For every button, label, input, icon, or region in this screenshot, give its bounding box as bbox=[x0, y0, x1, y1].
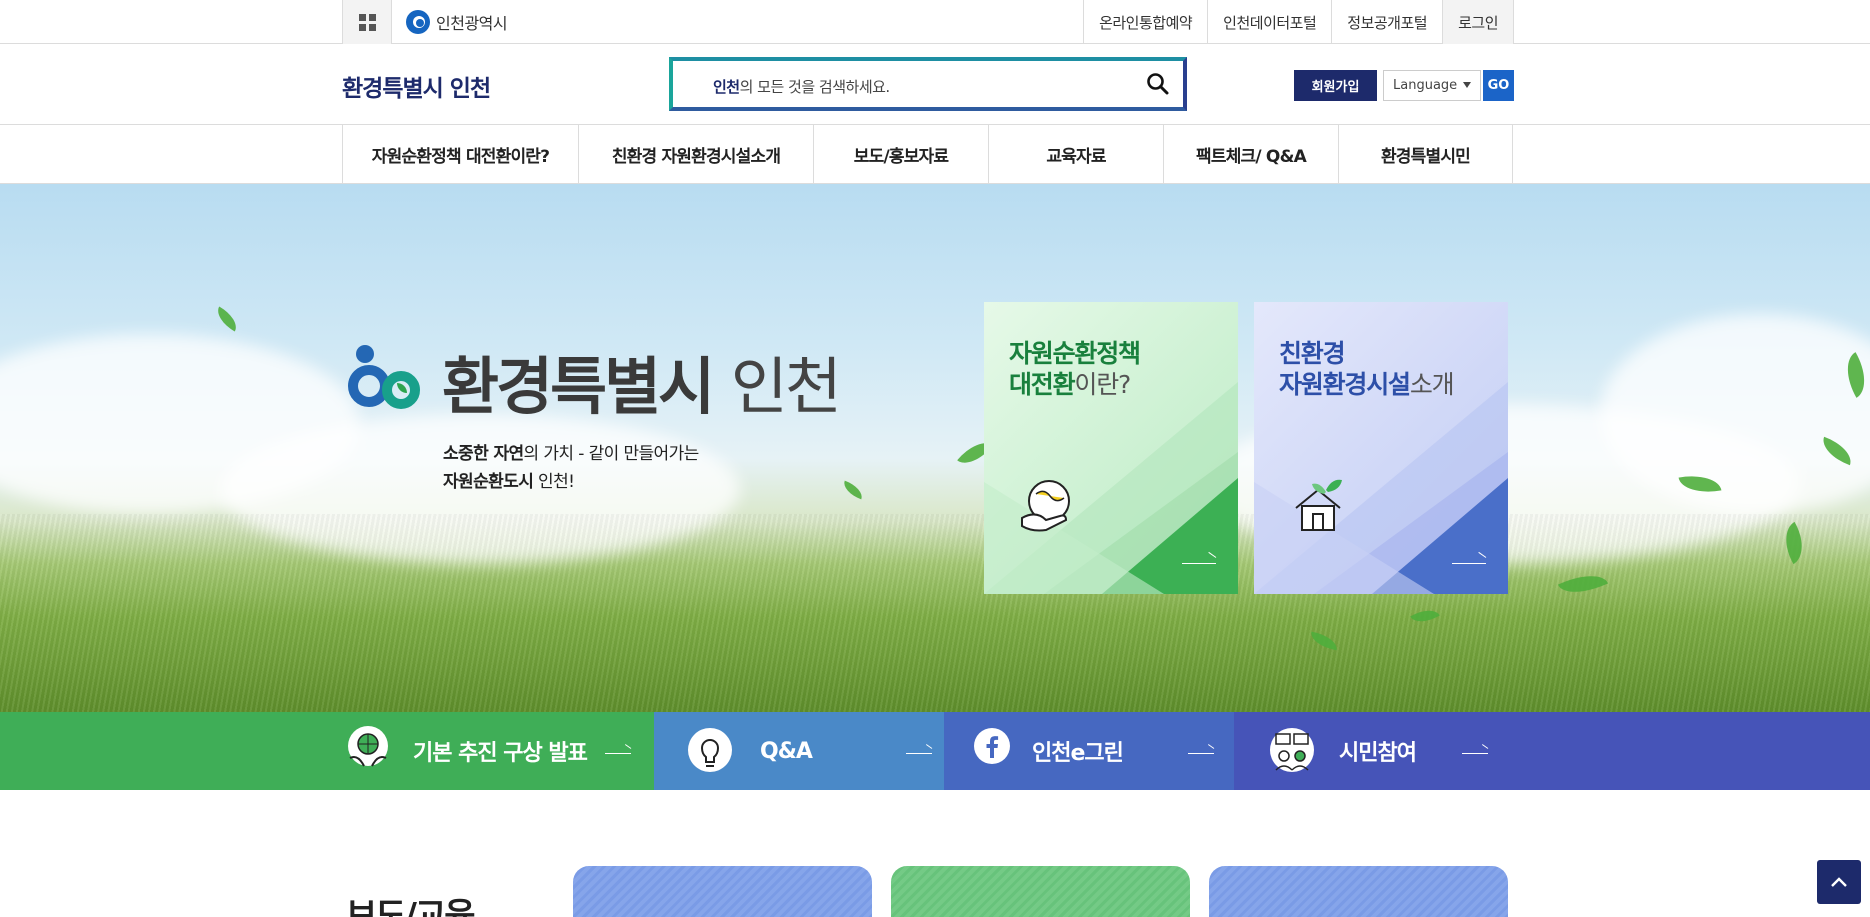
link-online-reservation[interactable]: 온라인통합예약 bbox=[1084, 0, 1209, 44]
slogan-line1-bold: 소중한 자연 bbox=[443, 444, 524, 464]
card2-title-bold-1: 친환경 bbox=[1279, 339, 1346, 368]
quick-item-qna[interactable]: Q&A bbox=[654, 712, 944, 790]
earth-hand-icon bbox=[1016, 474, 1078, 536]
card1-title-bold-2: 대전환 bbox=[1009, 370, 1076, 399]
globe-hands-icon bbox=[344, 722, 396, 778]
quick-item-participation[interactable]: 시민참여 bbox=[1234, 712, 1870, 790]
search-placeholder-highlight: 인천 bbox=[713, 78, 740, 96]
arrow-right-icon bbox=[605, 748, 631, 754]
section-title-press-education: 보도/교육 bbox=[346, 896, 476, 917]
search-icon[interactable] bbox=[1145, 71, 1171, 97]
site-title[interactable]: 환경특별시 인천 bbox=[342, 69, 491, 103]
arrow-right-icon bbox=[1188, 748, 1214, 754]
hero-logo-light: 인천 bbox=[730, 350, 842, 423]
leaf-decoration bbox=[212, 306, 242, 332]
link-data-portal[interactable]: 인천데이터포털 bbox=[1208, 0, 1333, 44]
nav-item-facilities[interactable]: 친환경 자원환경시설소개 bbox=[579, 125, 814, 183]
scroll-to-top-button[interactable] bbox=[1817, 860, 1861, 904]
chevron-up-icon bbox=[1831, 877, 1847, 887]
quick-label-egreen: 인천e그린 bbox=[1032, 741, 1124, 766]
language-go-button[interactable]: GO bbox=[1483, 70, 1514, 101]
nav-item-press[interactable]: 보도/홍보자료 bbox=[814, 125, 989, 183]
quick-label-participation: 시민참여 bbox=[1339, 741, 1417, 766]
incheon-city-logo[interactable]: 인천광역시 bbox=[406, 6, 508, 38]
search-placeholder-text: 의 모든 것을 검색하세요. bbox=[739, 78, 891, 96]
environment-city-emblem-icon bbox=[346, 345, 428, 417]
hero-card-facilities[interactable]: 친환경 자원환경시설소개 bbox=[1254, 302, 1508, 594]
grid-icon bbox=[358, 13, 376, 31]
grass-texture bbox=[0, 514, 1870, 712]
signup-button[interactable]: 회원가입 bbox=[1294, 70, 1377, 101]
language-select-value: Language bbox=[1393, 78, 1458, 93]
main-navigation: 자원순환정책 대전환이란? 친환경 자원환경시설소개 보도/홍보자료 교육자료 … bbox=[0, 125, 1870, 184]
caret-down-icon bbox=[1463, 82, 1471, 88]
slogan-line2-bold: 자원순환도시 bbox=[443, 472, 534, 492]
hero-logo-bold: 환경특별시 bbox=[442, 350, 715, 423]
language-select[interactable]: Language bbox=[1383, 70, 1481, 101]
facebook-icon bbox=[974, 728, 1026, 784]
leaf-decoration bbox=[840, 480, 866, 500]
all-menu-grid-button[interactable] bbox=[342, 0, 392, 44]
news-card[interactable] bbox=[1209, 866, 1508, 917]
hero-card-policy[interactable]: 자원순환정책 대전환이란? bbox=[984, 302, 1238, 594]
search-input[interactable]: 인천의 모든 것을 검색하세요. bbox=[713, 76, 890, 97]
quick-label-plan: 기본 추진 구상 발표 bbox=[413, 741, 588, 766]
news-card[interactable] bbox=[891, 866, 1190, 917]
arrow-right-icon bbox=[906, 748, 932, 754]
slogan-line1-rest: 의 가치 - 같이 만들어가는 bbox=[523, 444, 700, 464]
hero-slogan: 소중한 자연의 가치 - 같이 만들어가는 자원순환도시 인천! bbox=[443, 440, 699, 496]
utility-links: 온라인통합예약 인천데이터포털 정보공개포털 로그인 bbox=[1083, 0, 1514, 44]
arrow-right-icon bbox=[1182, 556, 1216, 564]
card2-title-light: 소개 bbox=[1409, 370, 1455, 399]
news-card[interactable] bbox=[573, 866, 872, 917]
eco-house-icon bbox=[1286, 474, 1348, 536]
card1-title-light: 이란? bbox=[1074, 370, 1131, 399]
search-box[interactable]: 인천의 모든 것을 검색하세요. bbox=[669, 57, 1187, 111]
quick-item-plan[interactable]: 기본 추진 구상 발표 bbox=[0, 712, 654, 790]
card2-title-bold-2: 자원환경시설 bbox=[1279, 370, 1411, 399]
quick-item-egreen[interactable]: 인천e그린 bbox=[944, 712, 1234, 790]
slogan-line2-rest: 인천! bbox=[533, 472, 575, 492]
arrow-right-icon bbox=[1462, 748, 1488, 754]
login-link[interactable]: 로그인 bbox=[1443, 0, 1514, 44]
nav-item-factcheck[interactable]: 팩트체크/ Q&A bbox=[1164, 125, 1339, 183]
city-logo-text: 인천광역시 bbox=[436, 14, 508, 33]
lightbulb-icon bbox=[684, 722, 736, 778]
utility-bar: 인천광역시 온라인통합예약 인천데이터포털 정보공개포털 로그인 bbox=[0, 0, 1870, 44]
quick-label-qna: Q&A bbox=[760, 738, 813, 764]
citizens-talk-icon bbox=[1266, 722, 1318, 778]
link-info-portal[interactable]: 정보공개포털 bbox=[1332, 0, 1444, 44]
card1-title-bold-1: 자원순환정책 bbox=[1009, 339, 1141, 368]
arrow-right-icon bbox=[1452, 556, 1486, 564]
nav-item-education[interactable]: 교육자료 bbox=[989, 125, 1164, 183]
hero-logo: 환경특별시 인천 bbox=[346, 336, 842, 426]
quick-link-bar: 기본 추진 구상 발표 Q&A 인천e그린 시민참여 bbox=[0, 712, 1870, 790]
nav-item-citizen[interactable]: 환경특별시민 bbox=[1339, 125, 1513, 183]
hero-banner: 환경특별시 인천 소중한 자연의 가치 - 같이 만들어가는 자원순환도시 인천… bbox=[0, 184, 1870, 712]
incheon-emblem-icon bbox=[406, 10, 430, 34]
site-header: 환경특별시 인천 인천의 모든 것을 검색하세요. 회원가입 Language … bbox=[0, 44, 1870, 125]
nav-item-policy[interactable]: 자원순환정책 대전환이란? bbox=[343, 125, 579, 183]
